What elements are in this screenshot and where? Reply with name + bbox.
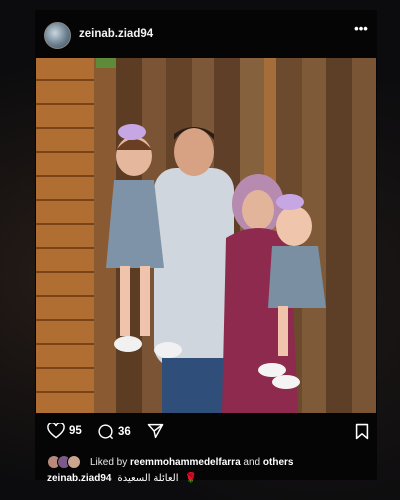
liker-avatar: [67, 455, 81, 469]
like-count: 95: [69, 425, 82, 437]
share-icon[interactable]: [147, 423, 164, 439]
author-username[interactable]: zeinab.ziad94: [79, 28, 153, 40]
comment-icon[interactable]: [97, 423, 114, 440]
post-header: zeinab.ziad94 •••: [35, 10, 377, 58]
liked-by-row: Liked by reemmohammedelfarra and others: [47, 454, 371, 470]
like-button[interactable]: 95: [47, 423, 82, 439]
share-button[interactable]: [147, 423, 164, 439]
post-card: zeinab.ziad94 ••• 95 36 Liked by reemmoh…: [35, 10, 377, 484]
caption-username[interactable]: zeinab.ziad94: [47, 473, 111, 484]
rose-emoji: 🌹: [184, 472, 197, 484]
comment-count: 36: [118, 425, 131, 438]
liked-by-prefix: Liked by: [90, 456, 128, 468]
comment-button[interactable]: 36: [97, 423, 131, 440]
family-photo-illustration: [36, 58, 376, 413]
liked-by-others[interactable]: others: [263, 457, 294, 468]
post-image[interactable]: [36, 58, 376, 413]
bookmark-icon[interactable]: [355, 423, 369, 440]
save-button[interactable]: [355, 423, 369, 440]
heart-icon[interactable]: [47, 423, 65, 439]
liked-by-connector: and: [243, 456, 261, 468]
caption-text: العائلة السعيدة: [117, 472, 179, 484]
post-caption: zeinab.ziad94 العائلة السعيدة 🌹: [47, 470, 371, 486]
post-actions: 95 36: [35, 420, 377, 446]
liker-avatars[interactable]: [47, 455, 87, 469]
author-avatar[interactable]: [44, 22, 71, 49]
liked-by-user[interactable]: reemmohammedelfarra: [130, 457, 241, 468]
more-icon[interactable]: •••: [353, 22, 369, 38]
